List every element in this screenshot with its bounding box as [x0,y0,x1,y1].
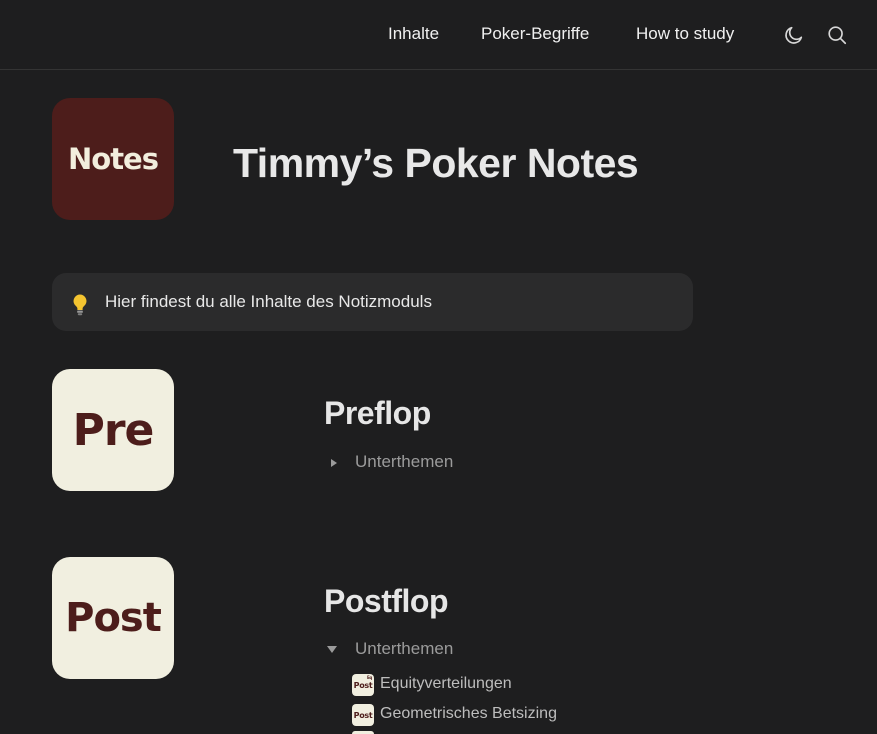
info-callout: Hier findest du alle Inhalte des Notizmo… [52,273,693,331]
page-title: Timmy’s Poker Notes [233,140,639,186]
page-logo-tile: Notes [52,98,174,220]
section-title-postflop[interactable]: Postflop [324,583,448,620]
preflop-tile[interactable]: Pre [52,369,174,491]
moon-icon[interactable] [783,24,805,46]
post-page-icon-text: Post [353,680,373,690]
section-title-preflop[interactable]: Preflop [324,395,431,432]
nav-link-inhalte[interactable]: Inhalte [388,24,439,44]
lightbulb-icon [73,294,87,316]
nav-link-poker-begriffe[interactable]: Poker-Begriffe [481,24,589,44]
triangle-down-icon [327,646,337,653]
subtopic-label: Geometrisches Betsizing [380,705,557,722]
post-page-icon-tag: Eq [367,675,372,680]
preflop-tile-text: Pre [72,404,155,456]
triangle-right-icon [331,459,337,467]
postflop-tile[interactable]: Post [52,557,174,679]
top-navigation: Inhalte Poker-Begriffe How to study [0,0,877,70]
postflop-subtopics-label: Unterthemen [355,639,454,658]
preflop-subtopics-label: Unterthemen [355,452,454,471]
post-page-icon: Post [352,704,374,726]
post-page-icon: Eq Post [352,674,374,696]
search-icon[interactable] [826,24,848,46]
nav-link-how-to-study[interactable]: How to study [636,24,734,44]
postflop-tile-text: Post [65,595,162,641]
page-logo-text: Notes [68,142,159,176]
callout-text: Hier findest du alle Inhalte des Notizmo… [105,292,432,311]
subtopic-label: Equityverteilungen [380,675,512,692]
post-page-icon-text: Post [353,710,373,720]
